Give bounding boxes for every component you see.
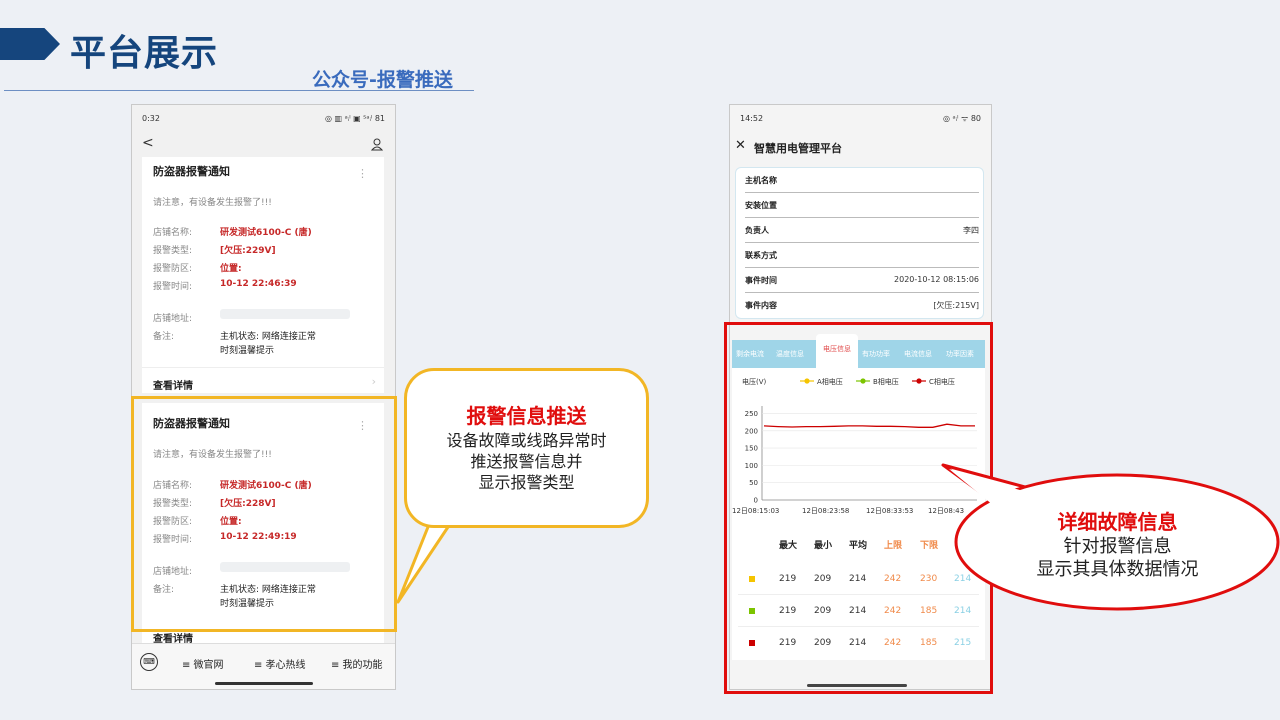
header-divider	[4, 90, 474, 91]
info-value: [欠压:215V]	[933, 301, 979, 310]
info-row: 事件内容 [欠压:215V]	[745, 293, 979, 318]
redacted-address	[220, 309, 350, 319]
status-bar: 0:32 ◎ ▥ ᵃᵢˡ ▣ ⁵ᵃᵢˡ 81	[132, 105, 395, 131]
status-time: 0:32	[142, 113, 160, 123]
card-divider	[142, 367, 384, 368]
info-key: 事件时间	[745, 276, 777, 285]
value-type: [欠压:229V]	[220, 246, 276, 256]
info-key: 事件内容	[745, 301, 777, 310]
event-info-card: 主机名称 安装位置 负责人 李四 联系方式 事件时间 2020-10-12 08:1…	[735, 167, 984, 319]
home-indicator	[215, 682, 313, 685]
view-detail-link[interactable]: 查看详情	[153, 377, 193, 392]
info-row: 负责人 李四	[745, 218, 979, 243]
info-key: 负责人	[745, 226, 769, 235]
highlight-frame	[131, 396, 397, 632]
callout-line: 显示其具体数据情况	[1036, 559, 1199, 580]
info-row: 主机名称	[745, 168, 979, 193]
label-type: 报警类型:	[153, 246, 193, 256]
info-key: 联系方式	[745, 251, 777, 260]
status-time: 14:52	[740, 113, 764, 123]
nav-bar: ✕ 智慧用电管理平台	[730, 133, 991, 161]
info-value: 2020-10-12 08:15:06	[894, 275, 979, 284]
keyboard-icon[interactable]: ⌨	[140, 653, 158, 671]
label-time: 报警时间:	[153, 282, 193, 292]
card-intro: 请注意，有设备发生报警了!!!	[153, 198, 272, 208]
info-row: 安装位置	[745, 193, 979, 218]
menu-item-website[interactable]: ≡ 微官网	[182, 656, 224, 671]
label-zone: 报警防区:	[153, 264, 193, 274]
callout-line: 针对报警信息	[1063, 536, 1172, 557]
wechat-menu-bar: ⌨ ≡ 微官网 ≡ 孝心热线 ≡ 我的功能	[132, 643, 395, 689]
label-address: 店铺地址:	[153, 314, 193, 324]
status-icons: ◎ ᵃᵢˡ ᯤ 80	[943, 113, 981, 123]
more-icon[interactable]: ⋮	[357, 167, 368, 180]
label-shop: 店铺名称:	[153, 228, 193, 238]
close-icon[interactable]: ✕	[735, 138, 746, 153]
note-line2: 时刻温馨提示	[220, 346, 275, 356]
info-value: 李四	[963, 226, 979, 235]
profile-icon[interactable]	[370, 136, 384, 151]
info-row: 事件时间 2020-10-12 08:15:06	[745, 268, 979, 293]
callout-body: 针对报警信息 显示其具体数据情况	[975, 535, 1260, 581]
chevron-right-icon: ›	[371, 375, 376, 388]
card-title: 防盗器报警通知	[153, 165, 230, 178]
menu-item-hotline[interactable]: ≡ 孝心热线	[254, 656, 306, 671]
callout-title: 详细故障信息	[1057, 510, 1178, 534]
status-bar: 14:52 ◎ ᵃᵢˡ ᯤ 80	[730, 105, 991, 131]
callout-body: 设备故障或线路异常时 推送报警信息并 显示报警类型	[404, 430, 649, 493]
value-shop: 研发测试6100-C (唐)	[220, 228, 312, 238]
alarm-card: 防盗器报警通知 ⋮ 请注意，有设备发生报警了!!! 店铺名称: 研发测试6100…	[142, 157, 384, 393]
callout-line: 设备故障或线路异常时	[446, 431, 607, 450]
callout-line: 推送报警信息并	[470, 452, 583, 471]
info-row: 联系方式	[745, 243, 979, 268]
page-subtitle: 公众号-报警推送	[312, 69, 453, 91]
callout-line: 显示报警类型	[478, 473, 575, 492]
info-key: 主机名称	[745, 176, 777, 185]
note-line1: 主机状态: 网络连接正常	[220, 332, 316, 342]
nav-title: 智慧用电管理平台	[754, 142, 842, 155]
value-zone: 位置:	[220, 264, 242, 274]
info-key: 安装位置	[745, 201, 777, 210]
label-note: 备注:	[153, 332, 175, 342]
menu-item-functions[interactable]: ≡ 我的功能	[331, 656, 383, 671]
status-icons: ◎ ▥ ᵃᵢˡ ▣ ⁵ᵃᵢˡ 81	[325, 113, 385, 123]
page-title: 平台展示	[70, 33, 219, 74]
callout-title: 报警信息推送	[466, 404, 587, 428]
value-time: 10-12 22:46:39	[220, 279, 297, 289]
header-arrow	[0, 28, 60, 60]
back-button[interactable]: <	[142, 135, 154, 151]
